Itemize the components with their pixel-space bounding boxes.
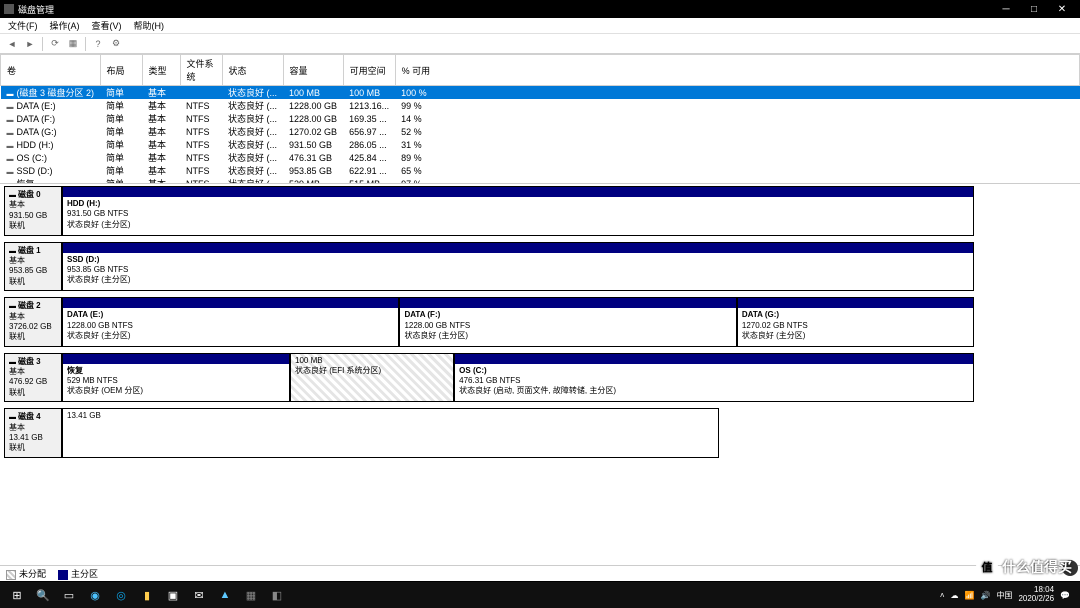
search-icon[interactable]: 🔍 xyxy=(30,582,56,608)
disk-layout: 恢复529 MB NTFS状态良好 (OEM 分区)100 MB状态良好 (EF… xyxy=(62,353,974,403)
disk-row: 磁盘 0基本931.50 GB联机HDD (H:)931.50 GB NTFS状… xyxy=(4,186,1076,236)
maximize-button[interactable]: □ xyxy=(1020,0,1048,18)
disk-info[interactable]: 磁盘 4基本13.41 GB联机 xyxy=(4,408,62,458)
disk-layout: HDD (H:)931.50 GB NTFS状态良好 (主分区) xyxy=(62,186,974,236)
app-icon xyxy=(4,4,14,14)
col-status[interactable]: 状态 xyxy=(222,55,283,86)
app-icon-3[interactable]: ◧ xyxy=(264,582,290,608)
menu-bar: 文件(F) 操作(A) 查看(V) 帮助(H) xyxy=(0,18,1080,34)
partition[interactable]: 13.41 GB xyxy=(62,408,719,458)
edge-icon[interactable]: ◎ xyxy=(108,582,134,608)
partition[interactable]: OS (C:)476.31 GB NTFS状态良好 (启动, 页面文件, 故障转… xyxy=(454,353,974,403)
col-pctfree[interactable]: % 可用 xyxy=(395,55,1079,86)
watermark: 值 什么值得买 xyxy=(976,556,1072,578)
legend-unallocated: 未分配 xyxy=(6,567,46,580)
forward-button[interactable]: ► xyxy=(22,36,38,52)
disk-info[interactable]: 磁盘 3基本476.92 GB联机 xyxy=(4,353,62,403)
disk-layout: SSD (D:)953.85 GB NTFS状态良好 (主分区) xyxy=(62,242,974,292)
back-button[interactable]: ◄ xyxy=(4,36,20,52)
title-bar: 磁盘管理 ─ □ ✕ xyxy=(0,0,1080,18)
volume-row[interactable]: 恢复简单基本NTFS状态良好 (...529 MB515 MB97 % xyxy=(1,177,1080,184)
partition[interactable]: DATA (F:)1228.00 GB NTFS状态良好 (主分区) xyxy=(399,297,736,347)
col-layout[interactable]: 布局 xyxy=(100,55,142,86)
taskbar: ⊞ 🔍 ▭ ◉ ◎ ▮ ▣ ✉ ▲ ▦ ◧ ˄ ☁ 📶 🔊 中国 18:0420… xyxy=(0,582,1080,608)
volume-row[interactable]: (磁盘 3 磁盘分区 2)简单基本状态良好 (...100 MB100 MB10… xyxy=(1,86,1080,100)
volume-header-row[interactable]: 卷 布局 类型 文件系统 状态 容量 可用空间 % 可用 xyxy=(1,55,1080,86)
volume-list[interactable]: 卷 布局 类型 文件系统 状态 容量 可用空间 % 可用 (磁盘 3 磁盘分区 … xyxy=(0,54,1080,184)
app-icon-1[interactable]: ◉ xyxy=(82,582,108,608)
partition[interactable]: 恢复529 MB NTFS状态良好 (OEM 分区) xyxy=(62,353,290,403)
toolbar-separator xyxy=(42,37,43,51)
disk-row: 磁盘 2基本3726.02 GB联机DATA (E:)1228.00 GB NT… xyxy=(4,297,1076,347)
start-button[interactable]: ⊞ xyxy=(4,582,30,608)
task-view-icon[interactable]: ▭ xyxy=(56,582,82,608)
menu-view[interactable]: 查看(V) xyxy=(86,19,128,32)
minimize-button[interactable]: ─ xyxy=(992,0,1020,18)
col-fs[interactable]: 文件系统 xyxy=(180,55,222,86)
app-icon-2[interactable]: ▦ xyxy=(238,582,264,608)
tray-cloud-icon[interactable]: ☁ xyxy=(951,591,959,600)
partition[interactable]: DATA (G:)1270.02 GB NTFS状态良好 (主分区) xyxy=(737,297,974,347)
volume-row[interactable]: SSD (D:)简单基本NTFS状态良好 (...953.85 GB622.91… xyxy=(1,164,1080,177)
menu-action[interactable]: 操作(A) xyxy=(44,19,86,32)
refresh-button[interactable]: ⟳ xyxy=(47,36,63,52)
partition[interactable]: HDD (H:)931.50 GB NTFS状态良好 (主分区) xyxy=(62,186,974,236)
disk-layout: 13.41 GB xyxy=(62,408,974,458)
volume-row[interactable]: DATA (G:)简单基本NTFS状态良好 (...1270.02 GB656.… xyxy=(1,125,1080,138)
mail-icon[interactable]: ✉ xyxy=(186,582,212,608)
disk-info[interactable]: 磁盘 0基本931.50 GB联机 xyxy=(4,186,62,236)
partition[interactable]: 100 MB状态良好 (EFI 系统分区) xyxy=(290,353,454,403)
view-button[interactable]: ▦ xyxy=(65,36,81,52)
toolbar-separator xyxy=(85,37,86,51)
settings-button[interactable]: ⚙ xyxy=(108,36,124,52)
disk-graphical-view[interactable]: 磁盘 0基本931.50 GB联机HDD (H:)931.50 GB NTFS状… xyxy=(0,184,1080,565)
legend-primary: 主分区 xyxy=(58,567,98,580)
app-window: 文件(F) 操作(A) 查看(V) 帮助(H) ◄ ► ⟳ ▦ ? ⚙ 卷 布局… xyxy=(0,18,1080,581)
window-title: 磁盘管理 xyxy=(18,3,992,16)
partition[interactable]: DATA (E:)1228.00 GB NTFS状态良好 (主分区) xyxy=(62,297,399,347)
tray-notification-icon[interactable]: 💬 xyxy=(1060,591,1070,600)
menu-help[interactable]: 帮助(H) xyxy=(128,19,171,32)
volume-row[interactable]: HDD (H:)简单基本NTFS状态良好 (...931.50 GB286.05… xyxy=(1,138,1080,151)
disk-row: 磁盘 4基本13.41 GB联机13.41 GB xyxy=(4,408,1076,458)
col-type[interactable]: 类型 xyxy=(142,55,180,86)
volume-row[interactable]: DATA (F:)简单基本NTFS状态良好 (...1228.00 GB169.… xyxy=(1,112,1080,125)
col-volume[interactable]: 卷 xyxy=(1,55,101,86)
disk-info[interactable]: 磁盘 2基本3726.02 GB联机 xyxy=(4,297,62,347)
disk-row: 磁盘 3基本476.92 GB联机恢复529 MB NTFS状态良好 (OEM … xyxy=(4,353,1076,403)
tray-clock[interactable]: 18:042020/2/26 xyxy=(1018,586,1054,604)
disk-row: 磁盘 1基本953.85 GB联机SSD (D:)953.85 GB NTFS状… xyxy=(4,242,1076,292)
explorer-icon[interactable]: ▮ xyxy=(134,582,160,608)
help-button[interactable]: ? xyxy=(90,36,106,52)
tray-ime[interactable]: 中国 xyxy=(996,590,1012,601)
volume-row[interactable]: OS (C:)简单基本NTFS状态良好 (...476.31 GB425.84 … xyxy=(1,151,1080,164)
menu-file[interactable]: 文件(F) xyxy=(2,19,44,32)
system-tray[interactable]: ˄ ☁ 📶 🔊 中国 18:042020/2/26 💬 xyxy=(940,586,1076,604)
volume-row[interactable]: DATA (E:)简单基本NTFS状态良好 (...1228.00 GB1213… xyxy=(1,99,1080,112)
tray-sound-icon[interactable]: 🔊 xyxy=(980,591,990,600)
col-free[interactable]: 可用空间 xyxy=(343,55,395,86)
disk-layout: DATA (E:)1228.00 GB NTFS状态良好 (主分区)DATA (… xyxy=(62,297,974,347)
legend: 未分配 主分区 xyxy=(0,565,1080,581)
toolbar: ◄ ► ⟳ ▦ ? ⚙ xyxy=(0,34,1080,54)
store-icon[interactable]: ▣ xyxy=(160,582,186,608)
tray-wifi-icon[interactable]: 📶 xyxy=(965,591,975,600)
col-capacity[interactable]: 容量 xyxy=(283,55,343,86)
close-button[interactable]: ✕ xyxy=(1048,0,1076,18)
disk-info[interactable]: 磁盘 1基本953.85 GB联机 xyxy=(4,242,62,292)
partition[interactable]: SSD (D:)953.85 GB NTFS状态良好 (主分区) xyxy=(62,242,974,292)
photos-icon[interactable]: ▲ xyxy=(212,582,238,608)
tray-up-icon[interactable]: ˄ xyxy=(940,591,945,600)
watermark-icon: 值 xyxy=(976,556,998,578)
